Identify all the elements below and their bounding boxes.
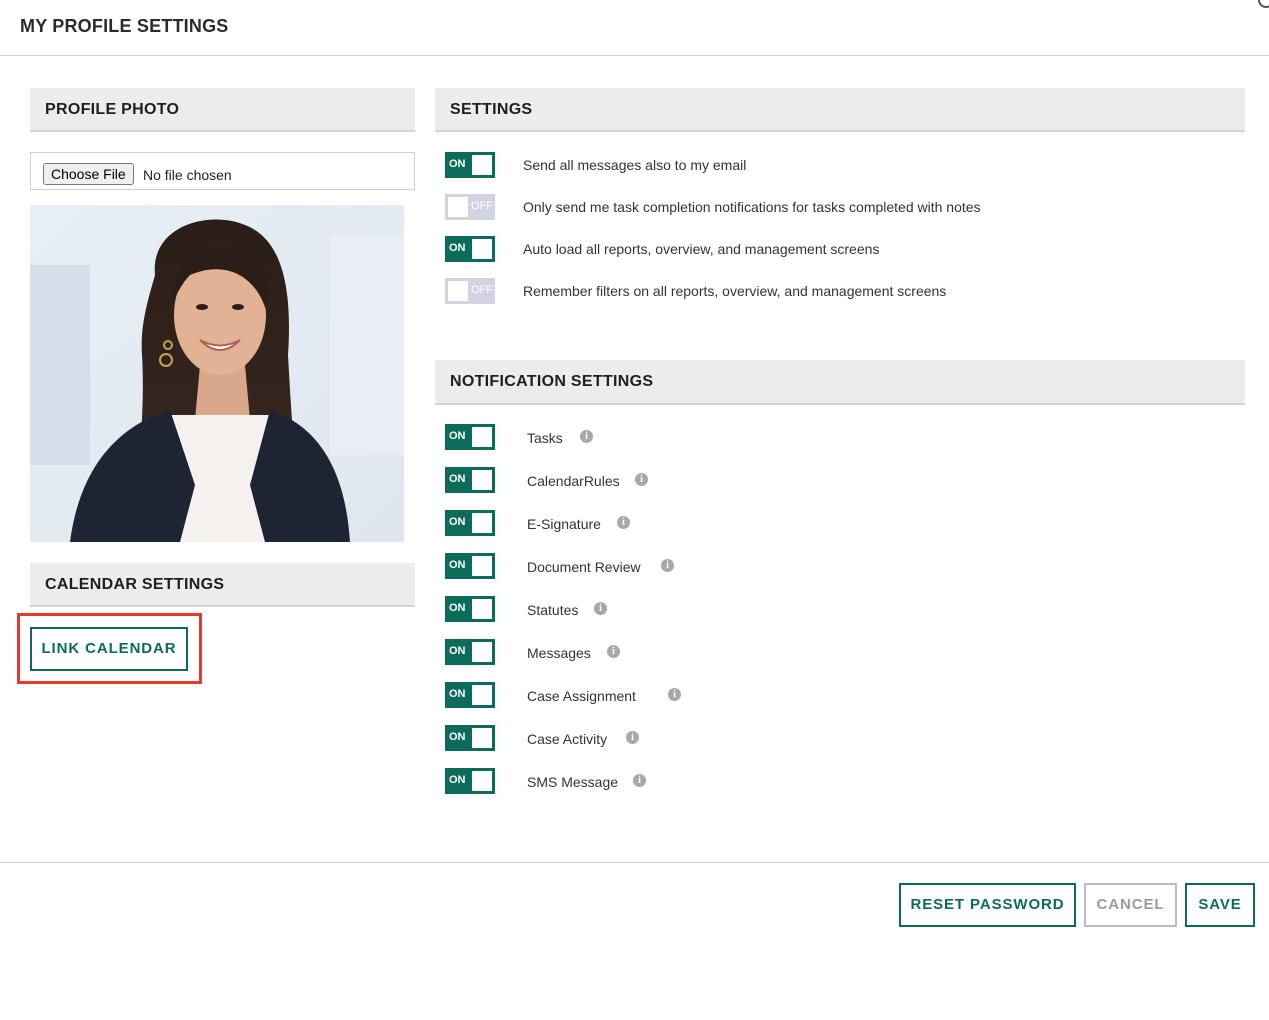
toggle-state-label: ON [449, 602, 466, 614]
notification-toggle[interactable]: ON [445, 725, 495, 751]
notification-toggle[interactable]: ON [445, 553, 495, 579]
notification-label: Case Activity [527, 731, 608, 747]
file-upload-field[interactable]: Choose File No file chosen [30, 152, 415, 190]
toggle-state-label: ON [449, 559, 466, 571]
notification-label: Statutes [527, 602, 579, 618]
settings-toggle[interactable]: OFF [445, 194, 495, 220]
toggle-state-label: ON [449, 731, 466, 743]
notification-label: E-Signature [527, 516, 601, 532]
reset-password-button[interactable]: RESET PASSWORD [899, 883, 1076, 927]
toggle-state-label: ON [449, 430, 466, 442]
toggle-state-label: ON [449, 774, 466, 786]
toggle-knob [472, 771, 492, 791]
notification-label: SMS Message [527, 774, 619, 790]
settings-section-header: SETTINGS [435, 88, 1245, 132]
notification-toggle[interactable]: ON [445, 510, 495, 536]
link-calendar-button[interactable]: LINK CALENDAR [30, 627, 188, 671]
settings-toggle[interactable]: ON [445, 152, 495, 178]
setting-label: Only send me task completion notificatio… [523, 199, 981, 215]
notification-label: Messages [527, 645, 591, 661]
toggle-knob [472, 642, 492, 662]
setting-label: Auto load all reports, overview, and man… [523, 241, 880, 257]
toggle-state-label: ON [449, 158, 466, 170]
toggle-knob [472, 470, 492, 490]
toggle-knob [472, 239, 492, 259]
toggle-knob [472, 513, 492, 533]
info-icon[interactable]: i [617, 516, 630, 529]
toggle-state-label: ON [449, 645, 466, 657]
notification-section-header: NOTIFICATION SETTINGS [435, 360, 1245, 405]
notification-label: Document Review [527, 559, 641, 575]
info-icon[interactable]: i [668, 688, 681, 701]
settings-heading: SETTINGS [450, 101, 533, 118]
toggle-knob [472, 556, 492, 576]
settings-toggle[interactable]: ON [445, 236, 495, 262]
toggle-knob [472, 155, 492, 175]
profile-photo-heading: PROFILE PHOTO [45, 101, 180, 118]
toggle-state-label: ON [449, 242, 466, 254]
footer-divider [0, 862, 1269, 863]
calendar-heading: CALENDAR SETTINGS [45, 576, 225, 593]
info-icon[interactable]: i [626, 731, 639, 744]
notification-toggle[interactable]: ON [445, 682, 495, 708]
toggle-state-label: ON [449, 688, 466, 700]
toggle-knob [472, 427, 492, 447]
notification-toggle[interactable]: ON [445, 768, 495, 794]
setting-label: Send all messages also to my email [523, 157, 747, 173]
info-icon[interactable]: i [661, 559, 674, 572]
profile-photo-section-header: PROFILE PHOTO [30, 88, 415, 132]
save-button[interactable]: SAVE [1185, 883, 1255, 927]
notification-label: Tasks [527, 430, 563, 446]
toggle-knob [472, 599, 492, 619]
toggle-state-label: ON [449, 473, 466, 485]
toggle-state-label: ON [449, 516, 466, 528]
notification-heading: NOTIFICATION SETTINGS [450, 373, 654, 390]
toggle-knob [448, 197, 468, 217]
notification-label: CalendarRules [527, 473, 620, 489]
file-status-text: No file chosen [143, 167, 232, 183]
notification-toggle[interactable]: ON [445, 424, 495, 450]
notification-toggle[interactable]: ON [445, 639, 495, 665]
toggle-state-label: OFF [471, 284, 493, 296]
setting-label: Remember filters on all reports, overvie… [523, 283, 947, 299]
info-icon[interactable]: i [633, 774, 646, 787]
modal-header: MY PROFILE SETTINGS [0, 0, 1269, 56]
settings-toggle[interactable]: OFF [445, 278, 495, 304]
toggle-knob [472, 685, 492, 705]
info-icon[interactable]: i [594, 602, 607, 615]
toggle-knob [448, 281, 468, 301]
notification-toggle[interactable]: ON [445, 596, 495, 622]
info-icon[interactable]: i [635, 473, 648, 486]
profile-photo [30, 205, 404, 542]
page-title: MY PROFILE SETTINGS [20, 16, 229, 36]
info-icon[interactable]: i [580, 430, 593, 443]
notification-label: Case Assignment [527, 688, 636, 704]
toggle-knob [472, 728, 492, 748]
info-icon[interactable]: i [607, 645, 620, 658]
calendar-section-header: CALENDAR SETTINGS [30, 563, 415, 607]
choose-file-button[interactable]: Choose File [43, 163, 134, 185]
notification-toggle[interactable]: ON [445, 467, 495, 493]
cancel-button[interactable]: CANCEL [1084, 883, 1177, 927]
toggle-state-label: OFF [471, 200, 493, 212]
